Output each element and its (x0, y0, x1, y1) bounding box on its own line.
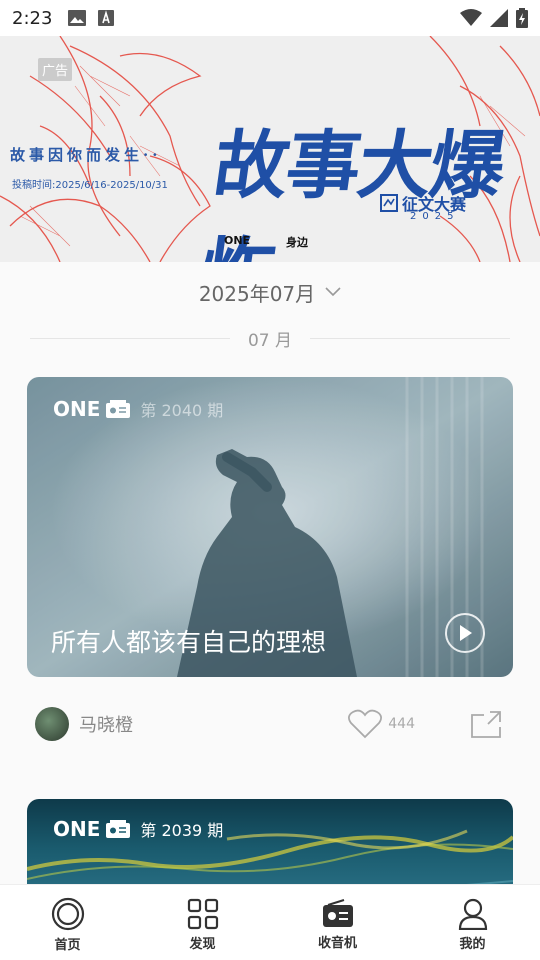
tab-label: 发现 (189, 936, 216, 952)
tab-label: 收音机 (317, 935, 357, 951)
like-button[interactable]: 444 (348, 709, 415, 739)
card-header: ONE 第 2040 期 (53, 397, 223, 421)
tab-profile[interactable]: 我的 (405, 885, 540, 960)
home-circle-icon (51, 897, 84, 930)
issue-label: 第 2039 期 (140, 821, 224, 840)
author-name[interactable]: 马晓橙 (79, 711, 133, 737)
brand-logo: ONE (53, 817, 101, 841)
divider-line (310, 337, 511, 339)
status-bar: 2:23 (0, 0, 540, 36)
tab-discover[interactable]: 发现 (135, 885, 270, 960)
issue-label: 第 2040 期 (140, 401, 224, 420)
radio-icon (322, 898, 353, 927)
brand-logo: ONE (53, 397, 101, 421)
tab-label: 首页 (54, 937, 81, 953)
heart-icon (348, 709, 383, 739)
month-selector-label: 2025年07月 (198, 281, 316, 306)
side-logo: 身边 (286, 236, 308, 249)
share-button[interactable] (467, 704, 507, 744)
contest-year: 2025 (410, 211, 460, 222)
card-meta: 马晓橙 444 (27, 702, 513, 746)
play-icon (460, 625, 472, 641)
signal-icon (490, 9, 508, 27)
divider-label: 07 月 (247, 330, 293, 351)
image-notification-icon (68, 10, 87, 26)
notification-icons (68, 10, 115, 26)
episode-title: 所有人都该有自己的理想 (51, 628, 327, 657)
divider-line (30, 337, 230, 339)
month-selector[interactable]: 2025年07月 (0, 272, 540, 312)
battery-charging-icon (516, 8, 528, 28)
author-avatar[interactable] (35, 707, 69, 741)
banner-tagline: 故事因你而发生·· (10, 146, 162, 164)
radio-icon (106, 400, 131, 418)
share-icon (471, 711, 501, 738)
system-icons (460, 8, 528, 28)
card-header: ONE 第 2039 期 (53, 817, 223, 841)
contest-logo-icon (380, 194, 398, 212)
font-notification-icon (98, 10, 115, 26)
person-icon (458, 898, 487, 930)
play-button[interactable] (445, 613, 485, 653)
month-divider: 07 月 (30, 326, 511, 351)
banner-submission-dates: 投稿时间:2025/6/16-2025/10/31 (12, 180, 168, 191)
chevron-down-icon (325, 287, 341, 297)
episode-card[interactable]: ONE 第 2040 期 所有人都该有自己的理想 (27, 377, 513, 677)
tab-label: 我的 (459, 936, 486, 952)
grid-icon (187, 898, 218, 929)
bottom-tab-bar: 首页 发现 收音机 我的 (0, 884, 540, 960)
like-count: 444 (388, 716, 415, 732)
ad-tag: 广告 (38, 58, 73, 81)
ad-banner[interactable]: 广告 故事因你而发生·· 投稿时间:2025/6/16-2025/10/31 故… (0, 36, 540, 262)
tab-home[interactable]: 首页 (0, 885, 135, 960)
tab-radio[interactable]: 收音机 (270, 885, 405, 960)
radio-icon (106, 820, 131, 838)
status-time: 2:23 (12, 7, 53, 29)
wifi-icon (460, 9, 482, 26)
one-logo: ONE (224, 234, 251, 247)
